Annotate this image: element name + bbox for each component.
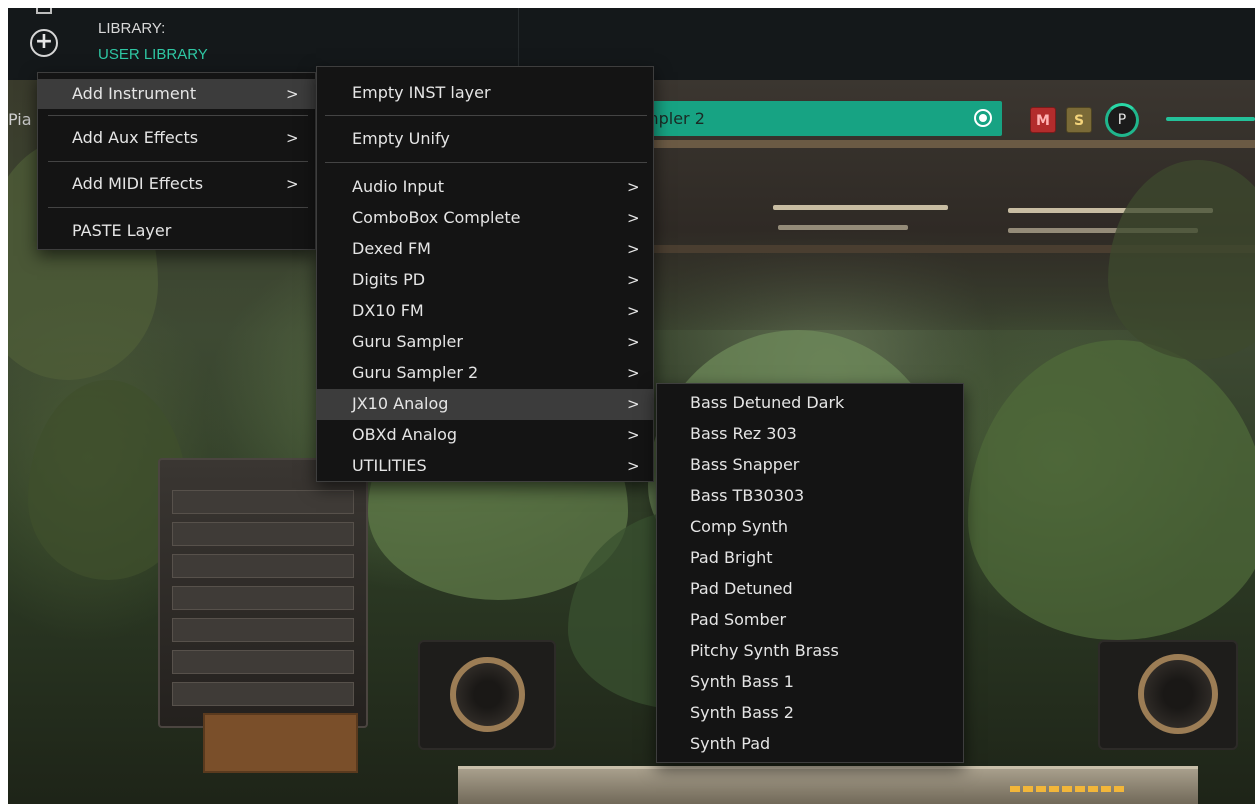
preset-label: Synth Pad (690, 734, 771, 753)
add-circle-icon[interactable]: + (30, 29, 58, 57)
menu-item-empty-unify[interactable]: Empty Unify (317, 125, 653, 153)
chevron-right-icon: > (286, 85, 299, 103)
preset-label: Bass TB30303 (690, 486, 805, 505)
chevron-right-icon: > (627, 333, 640, 351)
preset-item[interactable]: Bass Snapper (657, 450, 963, 481)
preset-item[interactable]: Synth Bass 1 (657, 667, 963, 698)
equipment-rack (158, 458, 368, 728)
menu-item-guru-sampler-2[interactable]: Guru Sampler 2 > (317, 358, 653, 389)
chevron-right-icon: > (627, 364, 640, 382)
menu-item-utilities[interactable]: UTILITIES > (317, 451, 653, 482)
layer-name-left[interactable]: Pia (8, 110, 32, 129)
rack-stand (203, 713, 358, 773)
menu-item-dx10-fm[interactable]: DX10 FM > (317, 296, 653, 327)
preset-label: Bass Snapper (690, 455, 800, 474)
menu-item-empty-inst-layer[interactable]: Empty INST layer (317, 79, 653, 107)
preset-label: Pad Detuned (690, 579, 793, 598)
preset-item[interactable]: Bass Rez 303 (657, 419, 963, 450)
preset-label: Synth Bass 2 (690, 703, 794, 722)
menu-item-label: Add MIDI Effects (72, 174, 204, 193)
menu-item-combobox-complete[interactable]: ComboBox Complete > (317, 203, 653, 234)
menu-item-jx10-analog[interactable]: JX10 Analog > (317, 389, 653, 420)
target-icon[interactable] (974, 109, 992, 127)
jx10-preset-submenu: Bass Detuned Dark Bass Rez 303 Bass Snap… (656, 383, 964, 763)
chevron-right-icon: > (627, 457, 640, 475)
preset-label: Pad Bright (690, 548, 773, 567)
preset-label: Comp Synth (690, 517, 788, 536)
speaker-right (1098, 640, 1238, 750)
chevron-right-icon: > (627, 178, 640, 196)
menu-item-label: ComboBox Complete (352, 208, 521, 227)
chevron-right-icon: > (627, 240, 640, 258)
pan-knob-icon[interactable]: P (1105, 103, 1139, 137)
volume-slider[interactable] (1166, 117, 1255, 121)
menu-item-obxd-analog[interactable]: OBXd Analog > (317, 420, 653, 451)
preset-label: Bass Rez 303 (690, 424, 797, 443)
menu-item-label: Dexed FM (352, 239, 431, 258)
menu-item-add-midi-effects[interactable]: Add MIDI Effects > (38, 169, 315, 199)
chevron-right-icon: > (286, 175, 299, 193)
chevron-right-icon: > (627, 271, 640, 289)
mute-button[interactable]: M (1030, 107, 1056, 133)
menu-item-add-aux-effects[interactable]: Add Aux Effects > (38, 123, 315, 153)
menu-item-label: UTILITIES (352, 456, 427, 475)
menu-item-label: Guru Sampler 2 (352, 363, 479, 382)
menu-item-label: JX10 Analog (352, 394, 449, 413)
menu-item-label: Digits PD (352, 270, 426, 289)
preset-item[interactable]: Pad Somber (657, 605, 963, 636)
menu-item-label: OBXd Analog (352, 425, 458, 444)
speaker-left (418, 640, 556, 750)
menu-item-label: Audio Input (352, 177, 444, 196)
chevron-right-icon: > (286, 129, 299, 147)
menu-item-guru-sampler[interactable]: Guru Sampler > (317, 327, 653, 358)
add-layer-menu: Add Instrument > Add Aux Effects > Add M… (37, 72, 316, 250)
menu-item-label: Guru Sampler (352, 332, 463, 351)
preset-item[interactable]: Comp Synth (657, 512, 963, 543)
menu-item-label: Add Aux Effects (72, 128, 199, 147)
preset-label: Bass Detuned Dark (690, 393, 845, 412)
preset-item[interactable]: Bass TB30303 (657, 481, 963, 512)
preset-item[interactable]: Pad Detuned (657, 574, 963, 605)
preset-item[interactable]: Synth Pad (657, 729, 963, 760)
library-value[interactable]: USER LIBRARY (98, 46, 208, 63)
menu-item-digits-pd[interactable]: Digits PD > (317, 265, 653, 296)
preset-label: Synth Bass 1 (690, 672, 794, 691)
preset-item[interactable]: Bass Detuned Dark (657, 388, 963, 419)
chevron-right-icon: > (627, 395, 640, 413)
mixing-console (458, 766, 1198, 804)
preset-label: Pad Somber (690, 610, 787, 629)
preset-label: Pitchy Synth Brass (690, 641, 839, 660)
menu-item-label: Empty INST layer (352, 83, 491, 102)
solo-button[interactable]: S (1066, 107, 1092, 133)
menu-item-label: Add Instrument (72, 84, 197, 103)
handle-icon (36, 8, 52, 14)
chevron-right-icon: > (627, 209, 640, 227)
preset-item[interactable]: Pitchy Synth Brass (657, 636, 963, 667)
chevron-right-icon: > (627, 426, 640, 444)
instrument-submenu: Empty INST layer Empty Unify Audio Input… (316, 66, 654, 482)
menu-item-add-instrument[interactable]: Add Instrument > (38, 79, 315, 109)
menu-item-paste-layer[interactable]: PASTE Layer (38, 216, 315, 246)
app-window: + LIBRARY: USER LIBRARY Pia mpler 2 M S … (8, 8, 1255, 804)
menu-item-dexed-fm[interactable]: Dexed FM > (317, 234, 653, 265)
menu-item-label: PASTE Layer (72, 221, 172, 240)
preset-item[interactable]: Synth Bass 2 (657, 698, 963, 729)
menu-item-label: Empty Unify (352, 129, 450, 148)
chevron-right-icon: > (627, 302, 640, 320)
preset-item[interactable]: Pad Bright (657, 543, 963, 574)
menu-item-label: DX10 FM (352, 301, 424, 320)
menu-item-audio-input[interactable]: Audio Input > (317, 172, 653, 203)
library-label: LIBRARY: (98, 20, 166, 37)
